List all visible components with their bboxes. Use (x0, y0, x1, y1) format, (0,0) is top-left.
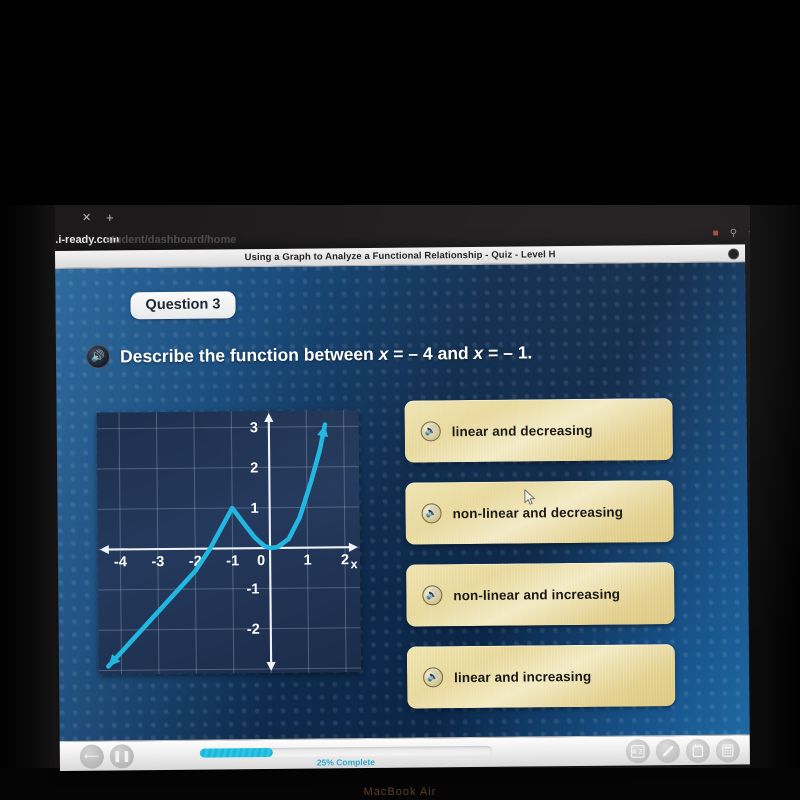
key-icon[interactable]: ⚲ (730, 229, 737, 239)
laptop-bezel-right (750, 205, 800, 768)
photo-dark-top-region (0, 0, 800, 205)
answer-label: non-linear and decreasing (452, 504, 624, 521)
close-window-dot-icon[interactable] (728, 248, 740, 260)
answer-label: linear and increasing (454, 668, 592, 685)
svg-text:x: x (350, 557, 357, 571)
question-prompt: Describe the function between x = – 4 an… (120, 342, 533, 367)
calculator-icon (722, 744, 734, 757)
browser-tabstrip: Do, i-Ready ✕ + (0, 205, 800, 231)
graph-svg: -4-3-2-1012x-2-1123y (96, 410, 362, 675)
answer-choice-2[interactable]: 🔊 non-linear and increasing (406, 562, 675, 627)
prompt-middle-1: = – 4 and (388, 342, 474, 364)
back-arrow-icon[interactable]: ⟵ (79, 744, 104, 769)
question-number-chip: Question 3 (130, 291, 236, 320)
url-path: student/dashboard/home (105, 234, 237, 246)
answer-choice-0[interactable]: 🔊 linear and decreasing (404, 398, 674, 463)
svg-text:Z: Z (639, 749, 643, 756)
pause-icon[interactable]: ❚❚ (109, 744, 134, 769)
svg-text:2: 2 (341, 552, 349, 568)
speaker-icon[interactable]: 🔊 (420, 421, 441, 442)
speaker-icon[interactable]: 🔊 (422, 585, 443, 606)
laptop-brand-label: MacBook Air (363, 786, 437, 798)
extension-icon[interactable]: ■ (713, 229, 719, 239)
speaker-icon[interactable]: 🔊 (85, 344, 111, 369)
svg-text:1: 1 (303, 553, 311, 569)
question-prompt-row: 🔊 Describe the function between x = – 4 … (85, 340, 533, 369)
speaker-icon[interactable]: 🔊 (421, 503, 442, 524)
prompt-middle-2: = – 1. (483, 341, 533, 363)
quiz-tool-buttons: A Z (625, 738, 740, 764)
prompt-prefix: Describe the function between (119, 343, 379, 366)
answer-label: linear and decreasing (451, 422, 593, 439)
notepad-tool-button[interactable] (685, 738, 710, 763)
prompt-variable-2: x (473, 342, 484, 363)
answer-choice-1[interactable]: 🔊 non-linear and decreasing (405, 480, 674, 545)
answer-choice-list: 🔊 linear and decreasing 🔊 non-linear and… (404, 398, 676, 729)
svg-text:A: A (632, 749, 637, 756)
answer-choice-3[interactable]: 🔊 linear and increasing (406, 644, 676, 709)
svg-text:-1: -1 (246, 581, 259, 597)
close-icon[interactable]: ✕ (82, 211, 91, 224)
svg-text:-2: -2 (247, 622, 260, 638)
function-graph: -4-3-2-1012x-2-1123y (96, 410, 362, 675)
az-icon: A Z (631, 745, 645, 758)
svg-text:3: 3 (250, 420, 258, 436)
answer-label: non-linear and increasing (453, 586, 621, 603)
annotate-tool-button[interactable] (655, 739, 680, 764)
svg-text:0: 0 (257, 553, 265, 569)
page-title: Using a Graph to Analyze a Functional Re… (244, 249, 556, 264)
progress-bar-fill (199, 747, 273, 758)
calculator-tool-button[interactable] (715, 738, 740, 763)
speaker-icon[interactable]: 🔊 (423, 667, 444, 688)
mouse-cursor-icon (524, 489, 536, 505)
plus-icon[interactable]: + (106, 210, 114, 225)
progress-label: 25% Complete (316, 756, 376, 768)
svg-text:-3: -3 (151, 554, 164, 570)
photo-of-laptop-screen: Do, i-Ready ✕ + 🔒 login.i-ready.com stud… (0, 0, 800, 800)
svg-text:-1: -1 (226, 553, 239, 569)
svg-text:-4: -4 (114, 554, 127, 570)
laptop-bezel-left (0, 205, 55, 768)
iready-quiz-page: Using a Graph to Analyze a Functional Re… (55, 244, 750, 771)
glossary-tool-button[interactable]: A Z (625, 739, 650, 764)
question-stage: Question 3 🔊 Describe the function betwe… (55, 262, 750, 741)
pencil-icon (662, 745, 673, 757)
notepad-icon (692, 744, 704, 758)
svg-text:2: 2 (250, 460, 258, 476)
svg-text:1: 1 (251, 501, 259, 517)
